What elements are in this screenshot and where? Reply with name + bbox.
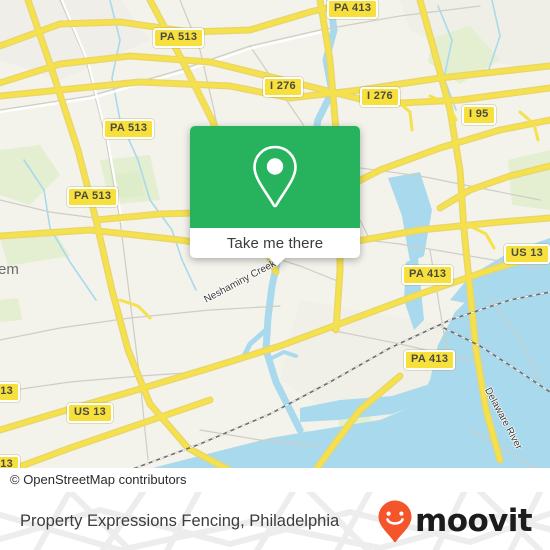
place-label-partial: em (0, 261, 19, 278)
road-shield-us13-edge-a[interactable]: US 13 (0, 382, 21, 402)
osm-attribution-text: © OpenStreetMap contributors (10, 472, 187, 487)
footer-bar: Property Expressions Fencing, Philadelph… (0, 492, 550, 550)
popup-pointer-tail (268, 257, 286, 266)
road-shield-i95[interactable]: I 95 (462, 105, 496, 125)
map-pin-icon (253, 145, 297, 208)
moovit-map-page: .water { fill: #a9d9ec; } .park { fill: … (0, 0, 550, 550)
road-shield-i276-left[interactable]: I 276 (263, 77, 303, 97)
road-shield-pa513-lower[interactable]: PA 513 (67, 187, 119, 207)
road-shield-pa513-top[interactable]: PA 513 (153, 28, 205, 48)
moovit-smile-pin-icon (378, 500, 412, 542)
road-shield-us13-bottom[interactable]: US 13 (67, 403, 114, 423)
moovit-logo[interactable]: moovit (376, 492, 533, 550)
road-shield-pa413-top[interactable]: PA 413 (327, 0, 379, 19)
location-popup-card[interactable]: Take me there (190, 126, 360, 266)
popup-action-area[interactable]: Take me there (190, 228, 360, 258)
road-shield-i276-right[interactable]: I 276 (360, 87, 400, 107)
take-me-there-label: Take me there (226, 234, 324, 252)
road-shield-pa513-mid[interactable]: PA 513 (103, 119, 155, 139)
osm-attribution-band: © OpenStreetMap contributors (0, 468, 550, 492)
road-shield-pa413-lower[interactable]: PA 413 (404, 350, 456, 370)
popup-icon-area (190, 126, 360, 228)
moovit-wordmark: moovit (415, 502, 533, 539)
road-shield-us13-right[interactable]: US 13 (504, 244, 550, 264)
location-title: Property Expressions Fencing, Philadelph… (20, 511, 340, 530)
road-shield-pa413-mid[interactable]: PA 413 (402, 265, 454, 285)
